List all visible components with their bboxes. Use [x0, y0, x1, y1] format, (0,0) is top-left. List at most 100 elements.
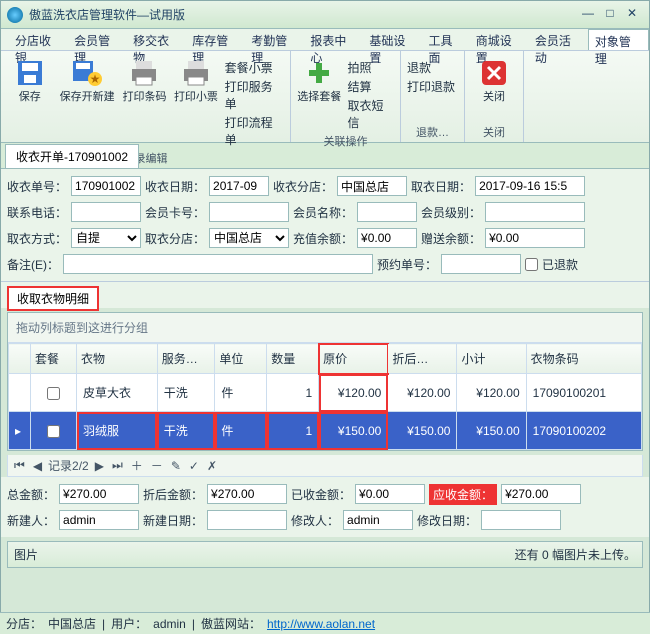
- pager-remove-button[interactable]: －: [149, 457, 165, 474]
- pager-first-button[interactable]: ⏮: [12, 458, 27, 473]
- order-date-label: 收衣日期：: [145, 178, 205, 195]
- grid-col-0[interactable]: 套餐: [30, 344, 76, 374]
- paid-label: 已收金额：: [291, 486, 351, 503]
- print-ticket-button[interactable]: 打印小票: [173, 55, 218, 104]
- status-branch-label: 分店：: [6, 615, 42, 632]
- branch-label: 收衣分店：: [273, 178, 333, 195]
- modify-date-label: 修改日期：: [417, 512, 477, 529]
- title-bar: 傲蓝洗衣店管理软件—试用版 — □ ✕: [1, 1, 649, 29]
- print-barcode-button[interactable]: 打印条码: [122, 55, 167, 104]
- ribbon-group-label: 关联操作: [297, 131, 394, 149]
- phone-label: 联系电话：: [7, 204, 67, 221]
- pager-next-button[interactable]: ▶: [93, 459, 106, 473]
- menu-tab-1[interactable]: 会员管理: [68, 29, 127, 50]
- save-button[interactable]: 保存: [7, 55, 52, 104]
- gift-balance-input[interactable]: [485, 228, 585, 248]
- due-input[interactable]: [501, 484, 581, 504]
- menu-tab-10[interactable]: 对象管理: [588, 29, 649, 50]
- grid-col-6[interactable]: 折后…: [388, 344, 457, 374]
- remark-label: 备注(E)：: [7, 256, 59, 273]
- status-bar: 分店： 中国总店 | 用户： admin | 傲蓝网站： http://www.…: [0, 612, 650, 634]
- disc-total-label: 折后金额：: [143, 486, 203, 503]
- menu-tab-6[interactable]: 基础设置: [363, 29, 422, 50]
- creator-label: 新建人：: [7, 512, 55, 529]
- pager-edit-button[interactable]: ✎: [169, 459, 183, 473]
- order-form: 收衣单号： 收衣日期： 收衣分店： 取衣日期： 联系电话： 会员卡号： 会员名称…: [1, 169, 649, 282]
- grid-col-4[interactable]: 数量: [267, 344, 319, 374]
- grid-col-1[interactable]: 衣物: [77, 344, 158, 374]
- detail-tab[interactable]: 收取衣物明细: [7, 286, 99, 311]
- minimize-button[interactable]: —: [577, 6, 599, 24]
- pager-prev-button[interactable]: ◀: [31, 459, 44, 473]
- member-name-label: 会员名称：: [293, 204, 353, 221]
- close-icon: [478, 57, 510, 89]
- menu-tab-8[interactable]: 商城设置: [470, 29, 529, 50]
- select-package-button[interactable]: 选择套餐: [297, 55, 342, 104]
- close-window-button[interactable]: ✕: [621, 6, 643, 24]
- pager-last-button[interactable]: ⏭: [110, 458, 125, 473]
- status-site-link[interactable]: http://www.aolan.net: [267, 617, 375, 631]
- member-name-input[interactable]: [357, 202, 417, 222]
- ribbon: 保存 ★ 保存开新建 打印条码 打印小票 套餐小票 打印服务单 打印流程单 记录…: [1, 51, 649, 143]
- grid-col-5[interactable]: 原价: [319, 344, 388, 374]
- pick-date-label: 取衣日期：: [411, 178, 471, 195]
- picture-panel[interactable]: 图片 还有 0 幅图片未上传。: [7, 541, 643, 568]
- save-and-new-button[interactable]: ★ 保存开新建: [58, 55, 115, 104]
- phone-input[interactable]: [71, 202, 141, 222]
- table-row[interactable]: 皮草大衣 干洗 件 1 ¥120.00 ¥120.00 ¥120.00 1709…: [9, 374, 642, 412]
- balance-input[interactable]: [357, 228, 417, 248]
- maximize-button[interactable]: □: [599, 6, 621, 24]
- menu-tab-7[interactable]: 工具面: [422, 29, 469, 50]
- assoc-ops-links[interactable]: 拍照 结算 取衣短信: [348, 55, 394, 131]
- card-no-input[interactable]: [209, 202, 289, 222]
- status-user-label: 用户：: [111, 615, 147, 632]
- creator-input[interactable]: [59, 510, 139, 530]
- save-icon: [14, 57, 46, 89]
- main-menu: 分店收银会员管理移交衣物库存管理考勤管理报表中心基础设置工具面商城设置会员活动对…: [1, 29, 649, 51]
- row-pkg-checkbox[interactable]: [47, 387, 60, 400]
- document-tab[interactable]: 收衣开单-170901002: [5, 144, 139, 168]
- menu-tab-4[interactable]: 考勤管理: [245, 29, 304, 50]
- pick-date-input[interactable]: [475, 176, 585, 196]
- order-date-input[interactable]: [209, 176, 269, 196]
- picture-hint: 还有 0 幅图片未上传。: [515, 546, 636, 563]
- pager-add-button[interactable]: ＋: [129, 457, 145, 474]
- picture-label: 图片: [14, 546, 38, 563]
- grid-col-3[interactable]: 单位: [215, 344, 267, 374]
- paid-input[interactable]: [355, 484, 425, 504]
- close-button[interactable]: 关闭: [471, 55, 517, 104]
- pager-check-button[interactable]: ✓: [187, 459, 201, 473]
- reserve-no-label: 预约单号：: [377, 256, 437, 273]
- branch-input[interactable]: [337, 176, 407, 196]
- modifier-input[interactable]: [343, 510, 413, 530]
- table-row[interactable]: ▸ 羽绒服 干洗 件 1 ¥150.00 ¥150.00 ¥150.00 170…: [9, 412, 642, 450]
- total-input[interactable]: [59, 484, 139, 504]
- grid-col-8[interactable]: 衣物条码: [526, 344, 641, 374]
- menu-tab-3[interactable]: 库存管理: [186, 29, 245, 50]
- order-no-label: 收衣单号：: [7, 178, 67, 195]
- reserve-no-input[interactable]: [441, 254, 521, 274]
- order-no-input[interactable]: [71, 176, 141, 196]
- refunded-checkbox[interactable]: [525, 258, 538, 271]
- refund-links[interactable]: 退款 打印退款: [407, 55, 455, 95]
- menu-tab-2[interactable]: 移交衣物: [127, 29, 186, 50]
- pager-cancel-button[interactable]: ✗: [205, 459, 219, 473]
- grid-col-2[interactable]: 服务…: [157, 344, 215, 374]
- menu-tab-9[interactable]: 会员活动: [529, 29, 588, 50]
- grid-col-7[interactable]: 小计: [457, 344, 526, 374]
- disc-total-input[interactable]: [207, 484, 287, 504]
- remark-input[interactable]: [63, 254, 373, 274]
- create-date-input[interactable]: [207, 510, 287, 530]
- totals-panel: 总金额： 折后金额： 已收金额： 应收金额： 新建人： 新建日期： 修改人： 修…: [1, 477, 649, 537]
- menu-tab-5[interactable]: 报表中心: [304, 29, 363, 50]
- print-extra-links[interactable]: 套餐小票 打印服务单 打印流程单: [225, 55, 284, 148]
- menu-tab-0[interactable]: 分店收银: [9, 29, 68, 50]
- modify-date-input[interactable]: [481, 510, 561, 530]
- pick-way-select[interactable]: 自提: [71, 228, 141, 248]
- ribbon-group-label: 关闭: [471, 122, 517, 140]
- pick-way-label: 取衣方式：: [7, 230, 67, 247]
- member-level-input[interactable]: [485, 202, 585, 222]
- ribbon-group-label: 退款…: [407, 122, 458, 140]
- row-pkg-checkbox[interactable]: [47, 425, 60, 438]
- pick-branch-select[interactable]: 中国总店: [209, 228, 289, 248]
